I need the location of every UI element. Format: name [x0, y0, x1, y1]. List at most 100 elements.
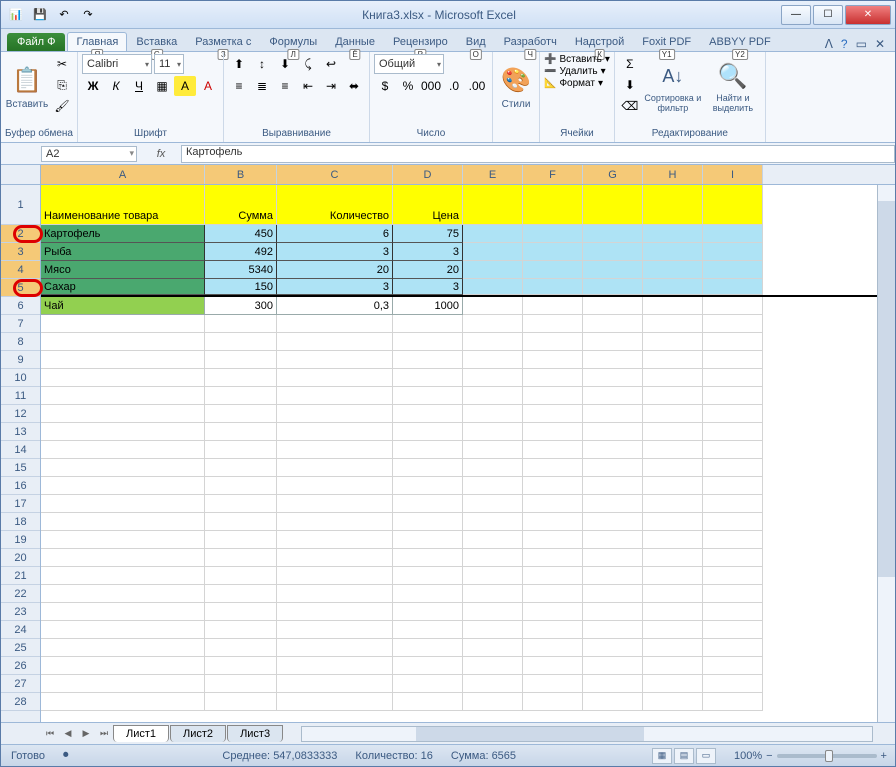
- cell[interactable]: [583, 185, 643, 225]
- cell[interactable]: Чай: [41, 297, 205, 315]
- cell[interactable]: [277, 333, 393, 351]
- cell[interactable]: [643, 531, 703, 549]
- ribbon-tab[interactable]: ФормулыЛ: [260, 32, 326, 51]
- cell[interactable]: [643, 261, 703, 279]
- cell[interactable]: [583, 369, 643, 387]
- cell[interactable]: 492: [205, 243, 277, 261]
- cell[interactable]: [523, 225, 583, 243]
- cell[interactable]: [583, 423, 643, 441]
- horizontal-scrollbar[interactable]: [301, 726, 873, 742]
- ribbon-tab[interactable]: ВставкаС: [127, 32, 186, 51]
- tab-nav-last[interactable]: ⏭: [95, 728, 113, 739]
- cell[interactable]: [643, 459, 703, 477]
- cell[interactable]: [583, 297, 643, 315]
- decrease-indent-icon[interactable]: ⇤: [297, 76, 319, 96]
- cell[interactable]: [523, 639, 583, 657]
- cell[interactable]: [463, 441, 523, 459]
- cell[interactable]: [703, 477, 763, 495]
- cell[interactable]: [583, 351, 643, 369]
- view-normal-button[interactable]: ▦: [652, 748, 672, 764]
- cell[interactable]: [643, 675, 703, 693]
- row-header[interactable]: 18: [1, 513, 40, 531]
- row-header[interactable]: 2: [1, 225, 40, 243]
- cell[interactable]: [643, 441, 703, 459]
- cell[interactable]: [393, 369, 463, 387]
- cell[interactable]: [583, 567, 643, 585]
- cell[interactable]: [703, 333, 763, 351]
- currency-icon[interactable]: $: [374, 76, 396, 96]
- cell[interactable]: [583, 621, 643, 639]
- row-header[interactable]: 12: [1, 405, 40, 423]
- cell[interactable]: [463, 315, 523, 333]
- cell[interactable]: [205, 423, 277, 441]
- row-header[interactable]: 25: [1, 639, 40, 657]
- row-header[interactable]: 23: [1, 603, 40, 621]
- cell[interactable]: [523, 279, 583, 295]
- row-header[interactable]: 19: [1, 531, 40, 549]
- cell[interactable]: [523, 531, 583, 549]
- cell[interactable]: [583, 513, 643, 531]
- cell[interactable]: [277, 459, 393, 477]
- zoom-slider[interactable]: [777, 754, 877, 758]
- cell[interactable]: [463, 225, 523, 243]
- view-layout-button[interactable]: ▤: [674, 748, 694, 764]
- cell[interactable]: [703, 639, 763, 657]
- cell[interactable]: [205, 315, 277, 333]
- row-header[interactable]: 27: [1, 675, 40, 693]
- cell[interactable]: [393, 657, 463, 675]
- cell[interactable]: [703, 369, 763, 387]
- cell[interactable]: [703, 279, 763, 295]
- cell[interactable]: [523, 387, 583, 405]
- cell[interactable]: [393, 477, 463, 495]
- cell[interactable]: [643, 495, 703, 513]
- cell[interactable]: [205, 513, 277, 531]
- cell[interactable]: [703, 513, 763, 531]
- cell[interactable]: [703, 387, 763, 405]
- cell[interactable]: [643, 387, 703, 405]
- file-tab[interactable]: Файл Ф: [7, 33, 65, 51]
- cell[interactable]: [703, 459, 763, 477]
- cell[interactable]: [205, 657, 277, 675]
- cell[interactable]: [41, 657, 205, 675]
- percent-icon[interactable]: %: [397, 76, 419, 96]
- ribbon-tab[interactable]: НадстройК: [566, 32, 633, 51]
- ribbon-tab[interactable]: ДанныеЁ: [326, 32, 384, 51]
- fill-icon[interactable]: ⬇: [619, 75, 641, 95]
- ribbon-tab[interactable]: РазработчЧ: [495, 32, 566, 51]
- cell[interactable]: [523, 477, 583, 495]
- font-name-combo[interactable]: Calibri: [82, 54, 152, 74]
- decrease-decimal-icon[interactable]: .00: [466, 76, 488, 96]
- cell[interactable]: [463, 297, 523, 315]
- cell[interactable]: [205, 603, 277, 621]
- cell[interactable]: [583, 675, 643, 693]
- align-bottom-icon[interactable]: ⬇: [274, 54, 296, 74]
- ribbon-tab[interactable]: Разметка сЗ: [186, 32, 260, 51]
- cell[interactable]: Картофель: [41, 225, 205, 243]
- cell[interactable]: [41, 351, 205, 369]
- cell[interactable]: [41, 459, 205, 477]
- cell[interactable]: [523, 585, 583, 603]
- cell[interactable]: [643, 657, 703, 675]
- cell[interactable]: [277, 315, 393, 333]
- cell[interactable]: [205, 549, 277, 567]
- cell[interactable]: [41, 513, 205, 531]
- cell[interactable]: [643, 513, 703, 531]
- cell[interactable]: [523, 603, 583, 621]
- cell[interactable]: [463, 585, 523, 603]
- macro-record-icon[interactable]: ⏺: [63, 749, 69, 762]
- increase-indent-icon[interactable]: ⇥: [320, 76, 342, 96]
- cell[interactable]: Сахар: [41, 279, 205, 295]
- cell[interactable]: [393, 315, 463, 333]
- increase-decimal-icon[interactable]: .0: [443, 76, 465, 96]
- cell[interactable]: [393, 675, 463, 693]
- sort-filter-button[interactable]: A↓ Сортировка и фильтр: [643, 54, 703, 120]
- column-header[interactable]: C: [277, 165, 393, 184]
- cell[interactable]: [583, 441, 643, 459]
- cell[interactable]: [463, 531, 523, 549]
- cell[interactable]: [41, 621, 205, 639]
- row-header[interactable]: 10: [1, 369, 40, 387]
- row-header[interactable]: 9: [1, 351, 40, 369]
- cell[interactable]: [643, 603, 703, 621]
- cell[interactable]: [393, 333, 463, 351]
- select-all-corner[interactable]: [1, 165, 40, 185]
